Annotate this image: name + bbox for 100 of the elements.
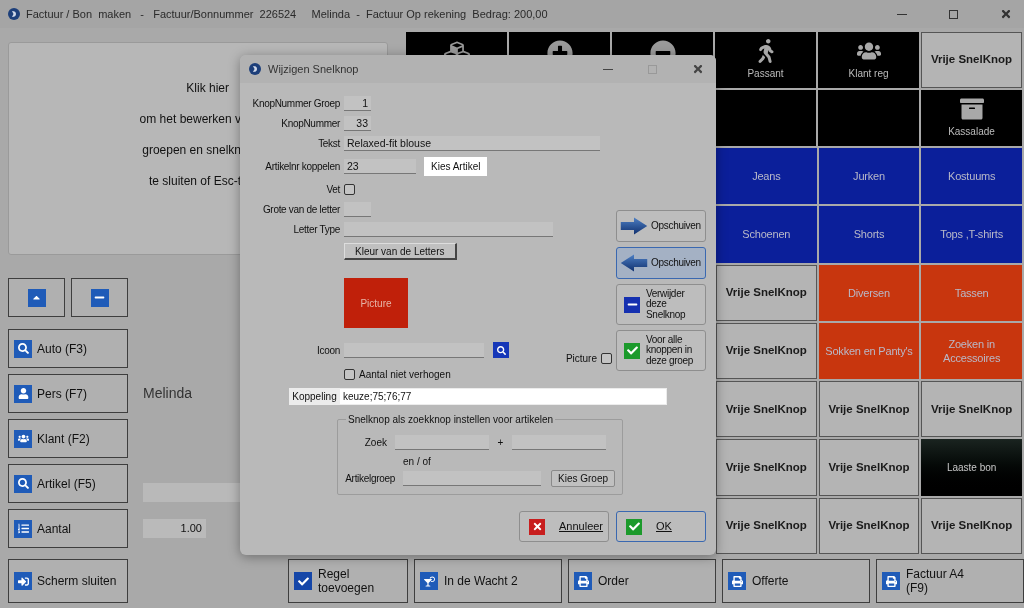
side-button[interactable]: Artikel (F5) [8, 464, 128, 503]
action-button[interactable]: Factuur A4 (F9) [876, 559, 1024, 603]
checkmark-icon [294, 572, 312, 590]
field-label: Tekst [317, 136, 340, 151]
plus-sign: + [496, 435, 505, 450]
picture-preview: Picture [344, 278, 408, 328]
action-button[interactable]: Order [568, 559, 716, 603]
choose-group-button[interactable]: Kies Groep [551, 470, 616, 487]
printer-icon [574, 572, 592, 590]
close-icon[interactable] [692, 63, 704, 75]
field-label: Koppeling [291, 390, 338, 404]
quick-button[interactable]: Shorts [818, 206, 920, 263]
action-button[interactable]: Offerte [722, 559, 870, 603]
input-field[interactable]: 33 [344, 115, 371, 131]
close-screen-button[interactable]: Scherm sluiten [8, 559, 128, 603]
quick-button[interactable]: Kostuums [921, 148, 1022, 205]
checkbox-label: Picture [565, 352, 597, 366]
input-field[interactable] [344, 201, 371, 217]
info-text: Klik hier [186, 80, 229, 97]
search-icon [14, 474, 32, 493]
quick-button[interactable]: Jurken [818, 148, 920, 205]
input-field[interactable] [344, 342, 484, 358]
quick-button[interactable]: Vrije SnelKnop [921, 497, 1022, 554]
field-label: Artikelnr koppelen [264, 159, 340, 174]
input-field[interactable] [143, 483, 241, 502]
quick-button[interactable]: Vrije SnelKnop [818, 381, 920, 438]
input-field[interactable]: 1 [344, 95, 371, 111]
drawer-icon [959, 97, 984, 121]
side-action-button[interactable]: Verwijder deze Snelknop [616, 284, 706, 325]
people-icon [14, 429, 32, 448]
checkmark-icon [626, 518, 642, 535]
side-button[interactable]: Auto (F3) [8, 329, 128, 368]
cancel-button[interactable]: Annuleer [519, 511, 609, 542]
quick-button[interactable]: Vrije SnelKnop [716, 497, 817, 554]
side-action-button[interactable]: Opschuiven [616, 247, 706, 279]
maximize-icon[interactable] [949, 9, 958, 19]
printer-icon [882, 572, 900, 590]
search-icon [14, 339, 32, 358]
field-label: Letter Type [292, 222, 340, 237]
cocktail-icon [420, 572, 438, 590]
quick-button[interactable]: Tops ,T-shirts [921, 206, 1022, 263]
quick-button[interactable]: Vrije SnelKnop [716, 439, 817, 496]
field-label: Grote van de letter [261, 202, 340, 217]
side-button[interactable]: Aantal [8, 509, 128, 548]
checkmark-icon [624, 342, 640, 359]
input-field[interactable] [344, 221, 553, 237]
quick-button[interactable]: Laaste bon [921, 439, 1022, 496]
input-field[interactable]: Relaxed-fit blouse [344, 135, 600, 151]
dialog-title: Wijzigen Snelknop [268, 61, 359, 77]
field-label: Vet [325, 182, 340, 197]
quick-button[interactable]: Jeans [716, 148, 817, 205]
quick-button[interactable]: Vrije SnelKnop [818, 439, 920, 496]
input-field[interactable] [403, 471, 541, 486]
action-button[interactable]: Regel toevoegen [288, 559, 408, 603]
quantity-field[interactable]: 1.00 [143, 519, 206, 538]
field-label: KnopNummer [280, 116, 340, 131]
quick-button[interactable]: Vrije SnelKnop [716, 381, 817, 438]
side-button[interactable]: Pers (F7) [8, 374, 128, 413]
input-field[interactable]: 23 [344, 158, 416, 174]
info-text: te sluiten of Esc-t [148, 173, 241, 190]
triangle-up-icon [27, 288, 46, 307]
checkbox[interactable] [344, 368, 355, 380]
ok-button[interactable]: OK [616, 511, 706, 542]
checkbox[interactable] [344, 183, 355, 195]
quick-button[interactable]: Vrije SnelKnop [716, 322, 817, 380]
minimize-icon[interactable] [603, 68, 613, 70]
minus-button[interactable] [71, 278, 128, 317]
input-field[interactable]: keuze;75;76;77 [340, 389, 666, 404]
left-arrow-icon [620, 253, 648, 273]
choose-article-button[interactable]: Kies Artikel [424, 156, 488, 176]
quick-button[interactable]: Schoenen [716, 206, 817, 263]
minimize-icon[interactable] [897, 13, 907, 15]
or-label: en / of [403, 455, 431, 469]
field-label: Zoek [363, 435, 388, 450]
close-icon[interactable] [1000, 8, 1012, 20]
side-button[interactable]: Klant (F2) [8, 419, 128, 458]
minus-icon [624, 296, 640, 313]
app-logo-icon [249, 63, 261, 75]
customer-name: Melinda [143, 384, 193, 403]
quick-button[interactable]: Passant [715, 32, 816, 88]
side-action-button[interactable]: Opschuiven [616, 210, 706, 242]
quick-button[interactable]: Vrije SnelKnop [921, 381, 1022, 438]
input-field[interactable] [512, 434, 606, 450]
group-title: Snelknop als zoekknop instellen voor artikelen [346, 412, 556, 427]
quick-button[interactable]: Vrije SnelKnop [818, 497, 920, 554]
search-button[interactable] [493, 342, 509, 358]
font-color-button[interactable]: Kleur van de Letters [344, 243, 457, 260]
up-button[interactable] [8, 278, 65, 317]
checkbox[interactable] [601, 353, 612, 364]
quick-button[interactable]: Vrije SnelKnop [716, 264, 817, 321]
quick-button[interactable]: Vrije SnelKnop [921, 32, 1022, 88]
quick-button[interactable]: Kassalade [921, 90, 1022, 146]
quick-button[interactable]: Klant reg [818, 32, 919, 88]
input-field[interactable] [395, 434, 489, 450]
field-label: KnopNummer Groep [251, 96, 340, 111]
sign-in-icon [14, 572, 32, 590]
side-action-button[interactable]: Voor alle knoppen in deze groep [616, 330, 706, 371]
search-icon [496, 345, 506, 355]
app-logo-icon [8, 8, 20, 20]
action-button[interactable]: In de Wacht 2 [414, 559, 562, 603]
